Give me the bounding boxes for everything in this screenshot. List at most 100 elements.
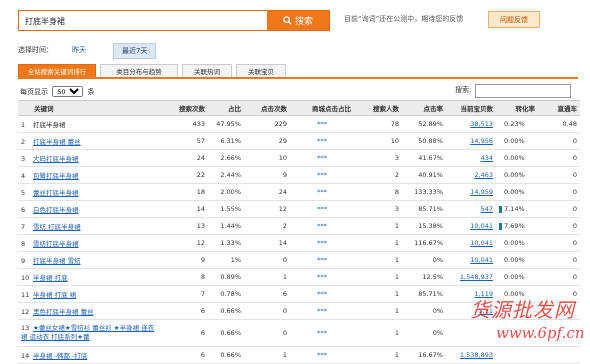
search-count-cell: 14 <box>158 200 208 218</box>
row-index: 5 <box>21 189 26 197</box>
col-search-count[interactable]: 搜索次数 <box>158 100 208 116</box>
page-size-select[interactable]: 50 <box>52 86 84 97</box>
search-input[interactable] <box>23 14 267 29</box>
ztc-cell <box>538 346 580 364</box>
current-items-cell[interactable]: 1,119 <box>446 285 496 303</box>
search-button[interactable]: 搜索 <box>267 11 329 30</box>
keyword-link[interactable]: 黑色打底半身裙 蕾丝 <box>33 308 94 316</box>
time-option-last-7-days[interactable]: 最近7天 <box>113 43 157 59</box>
keyword-cell[interactable]: 2 打底半身裙 蕾丝 <box>18 132 158 150</box>
current-items-cell[interactable]: 10,041 <box>446 251 496 269</box>
current-items-cell[interactable]: 14,956 <box>446 132 496 150</box>
row-index: 6 <box>21 206 26 214</box>
table-filter: 搜索: <box>455 84 571 98</box>
conversion-bar <box>499 240 502 247</box>
keyword-link[interactable]: 白色打底半身裙 <box>33 206 79 214</box>
keyword-link[interactable]: 半身裙 -韩都 -打底 <box>33 352 87 360</box>
keyword-cell[interactable]: 14 半身裙 -韩都 -打底 <box>18 346 158 364</box>
page-size-suffix: 条 <box>87 88 95 96</box>
keyword-cell[interactable]: 12 黑色打底半身裙 蕾丝 <box>18 302 158 320</box>
tab-category-trend[interactable]: 类目分布与趋势 <box>100 64 178 77</box>
keyword-link[interactable]: 打底半身裙 <box>33 121 66 129</box>
table-row: 13 ★蕾丝女裙★雪纺衫 蕾丝衫 ★半身裙 连衣裙 运动衣 打底系列★蕾 6 0.66… <box>18 319 580 347</box>
mall-click-ratio-cell[interactable]: *** <box>290 285 354 303</box>
col-conversion[interactable]: 转化率 <box>496 100 538 116</box>
mall-click-ratio-cell[interactable]: *** <box>290 166 354 184</box>
mall-click-ratio-cell[interactable]: *** <box>290 115 354 133</box>
keyword-link[interactable]: 雪纺 打底半身裙 <box>33 223 81 231</box>
ctr-cell: 0% <box>402 319 446 347</box>
keyword-link[interactable]: 打底半身裙 雪纺 <box>33 257 81 265</box>
time-option-yesterday[interactable]: 昨天 <box>72 45 86 55</box>
keyword-cell[interactable]: 9 打底半身裙 雪纺 <box>18 251 158 269</box>
col-searchers[interactable]: 搜索人数 <box>354 100 402 116</box>
mall-click-ratio-cell[interactable]: *** <box>290 217 354 235</box>
col-ctr[interactable]: 点击率 <box>402 100 446 116</box>
mall-click-ratio-cell[interactable]: *** <box>290 149 354 167</box>
mall-click-ratio-cell[interactable]: *** <box>290 234 354 252</box>
row-index: 7 <box>21 223 26 231</box>
keyword-link[interactable]: 半身裙 打底 <box>33 274 68 282</box>
mall-click-ratio-cell[interactable]: *** <box>290 319 354 347</box>
table-row: 5 蕾丝打底半身裙 18 2.00% 24 *** 8 133.33% 14,959 0.00% 0 <box>18 183 580 201</box>
ctr-cell: 85.71% <box>402 200 446 218</box>
col-ratio[interactable]: 占比 <box>208 100 244 116</box>
tab-related-words[interactable]: 关联热词 <box>182 64 232 77</box>
keyword-cell[interactable]: 3 大码打底半身裙 <box>18 149 158 167</box>
current-items-cell[interactable]: 434 <box>446 149 496 167</box>
feedback-button[interactable]: 问题反馈 <box>488 11 540 28</box>
row-index: 11 <box>21 291 30 299</box>
current-items-cell[interactable]: 2,463 <box>446 166 496 184</box>
col-mall-click-ratio[interactable]: 商城点击占比 <box>290 100 354 116</box>
mall-click-ratio-cell[interactable]: *** <box>290 268 354 286</box>
keyword-cell[interactable]: 1 打底半身裙 <box>18 115 158 133</box>
mall-click-ratio-cell[interactable]: *** <box>290 251 354 269</box>
col-clicks[interactable]: 点击次数 <box>244 100 290 116</box>
col-ztc[interactable]: 直通车 <box>538 100 580 116</box>
keyword-cell[interactable]: 8 雪纺打底半身裙 <box>18 234 158 252</box>
keyword-link[interactable]: 半身裙 打底 裙 <box>33 291 76 299</box>
current-items-cell[interactable]: 38,513 <box>446 115 496 133</box>
conversion-cell: 0.00% <box>496 285 538 303</box>
keyword-link[interactable]: 雪纺打底半身裙 <box>33 240 79 248</box>
mall-click-ratio-cell[interactable]: *** <box>290 183 354 201</box>
mall-click-ratio-cell[interactable]: *** <box>290 346 354 364</box>
clicks-cell: 0 <box>244 302 290 320</box>
mall-click-ratio-cell[interactable]: *** <box>290 302 354 320</box>
keyword-link[interactable]: 包臀打底半身裙 <box>33 172 79 180</box>
conversion-bar <box>499 121 502 128</box>
current-items-cell[interactable]: 1,11 <box>446 302 496 320</box>
keyword-link[interactable]: 大码打底半身裙 <box>33 155 79 163</box>
tab-related-items[interactable]: 关联宝贝 <box>236 64 286 77</box>
searchers-cell: 10 <box>354 132 402 150</box>
current-items-cell[interactable]: 1,548,937 <box>446 268 496 286</box>
beta-notice: 目前“询词”还在公测中，期待您的反馈 <box>344 15 464 23</box>
current-items-cell[interactable]: 14,959 <box>446 183 496 201</box>
col-current-items[interactable]: 当前宝贝数 <box>446 100 496 116</box>
conversion-bar <box>499 222 502 230</box>
current-items-cell[interactable]: 547 <box>446 200 496 218</box>
keyword-cell[interactable]: 13 ★蕾丝女裙★雪纺衫 蕾丝衫 ★半身裙 连衣裙 运动衣 打底系列★蕾 <box>18 319 158 347</box>
keyword-cell[interactable]: 10 半身裙 打底 <box>18 268 158 286</box>
keyword-cell[interactable]: 11 半身裙 打底 裙 <box>18 285 158 303</box>
mall-click-ratio-cell[interactable]: *** <box>290 200 354 218</box>
searchers-cell: 8 <box>354 183 402 201</box>
current-items-cell[interactable] <box>446 319 496 347</box>
keyword-cell[interactable]: 6 白色打底半身裙 <box>18 200 158 218</box>
ratio-cell: 0.89% <box>208 268 244 286</box>
current-items-cell[interactable]: 10,041 <box>446 217 496 235</box>
current-items-cell[interactable]: 1,538,893 <box>446 346 496 364</box>
tab-underline <box>18 77 578 79</box>
mall-click-ratio-cell[interactable]: *** <box>290 132 354 150</box>
keyword-link[interactable]: ★蕾丝女裙★雪纺衫 蕾丝衫 ★半身裙 连衣裙 运动衣 打底系列★蕾 <box>21 324 154 341</box>
keyword-link[interactable]: 打底半身裙 蕾丝 <box>33 138 81 146</box>
filter-input[interactable] <box>475 84 571 98</box>
ratio-cell: 2.00% <box>208 183 244 201</box>
keyword-cell[interactable]: 5 蕾丝打底半身裙 <box>18 183 158 201</box>
current-items-cell[interactable]: 10,041 <box>446 234 496 252</box>
keyword-cell[interactable]: 7 雪纺 打底半身裙 <box>18 217 158 235</box>
keyword-cell[interactable]: 4 包臀打底半身裙 <box>18 166 158 184</box>
col-keyword[interactable]: 关键词 <box>18 100 158 116</box>
tab-site-keyword-rank[interactable]: 全站搜索关键词排行 <box>18 64 96 77</box>
keyword-link[interactable]: 蕾丝打底半身裙 <box>33 189 79 197</box>
